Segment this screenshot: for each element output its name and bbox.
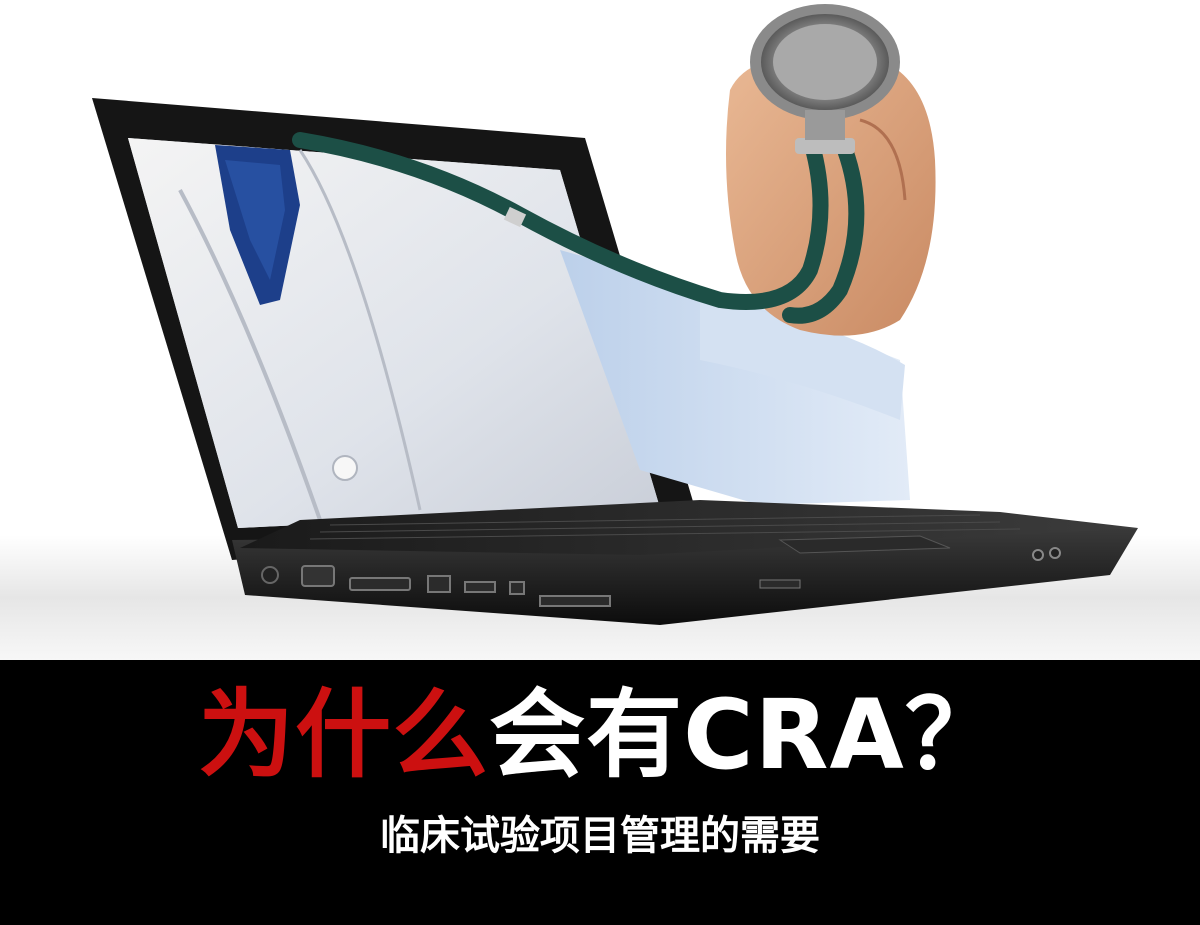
slide-title: 为什么会有CRA？ xyxy=(0,680,1200,790)
slide: 为什么会有CRA？ 临床试验项目管理的需要 xyxy=(0,0,1200,925)
slide-subtitle: 临床试验项目管理的需要 xyxy=(380,813,820,859)
title-white-part: 会有CRA？ xyxy=(489,679,1002,791)
title-red-part: 为什么 xyxy=(198,679,490,791)
laptop-doctor-illustration xyxy=(0,0,1200,660)
laptop-doctor-stethoscope-icon xyxy=(0,4,1200,660)
